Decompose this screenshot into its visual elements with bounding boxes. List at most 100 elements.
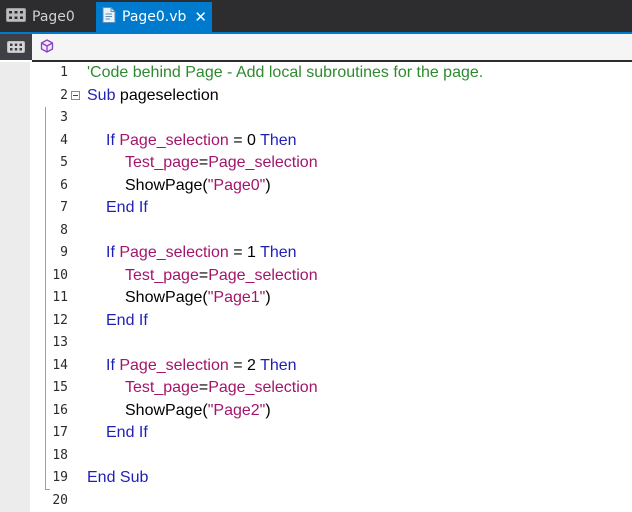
tab-label: Page0 [32, 9, 75, 25]
comment-text: 'Code behind Page - Add local subroutine… [87, 64, 484, 81]
line-number: 17 [52, 425, 68, 440]
code-line: 7 End If [30, 197, 632, 220]
code-text: ShowPage("Page0") [87, 175, 271, 198]
operator: = [198, 266, 209, 284]
collapse-toggle-icon[interactable] [71, 90, 80, 100]
paren: ) [265, 176, 271, 194]
operator: = 1 [228, 244, 261, 261]
editor-toolbar [0, 34, 632, 60]
function-call: ShowPage( [125, 289, 208, 306]
keyword: End If [106, 311, 148, 329]
code-line: 3 [30, 107, 632, 130]
code-editor[interactable]: 1 'Code behind Page - Add local subrouti… [0, 62, 632, 512]
code-line: 11 ShowPage("Page1") [30, 287, 632, 310]
line-number: 16 [52, 402, 68, 418]
tab-label: Page0.vb [122, 9, 187, 25]
keyword: If [106, 131, 115, 149]
code-line: 13 [30, 332, 632, 355]
code-line: 15 Test_page=Page_selection [30, 377, 632, 400]
operator: = 0 [228, 131, 261, 149]
code-line: 16 ShowPage("Page2") [30, 400, 632, 423]
keyword: End If [106, 424, 148, 441]
keyword: Then [260, 356, 297, 374]
code-text: End Sub [87, 467, 148, 490]
line-number: 20 [52, 492, 68, 508]
keyword: Then [260, 131, 297, 149]
line-number: 2 [60, 87, 68, 103]
object-button[interactable] [38, 38, 56, 56]
tab-strip: Page0 Page0.vb ✕ [0, 0, 632, 32]
designer-view-button[interactable] [0, 34, 32, 60]
identifier: Test_page [125, 379, 199, 396]
keyword: If [106, 244, 115, 261]
identifier: Page_selection [119, 131, 229, 149]
code-text: Test_page=Page_selection [87, 152, 318, 175]
identifier: Page_selection [208, 379, 318, 396]
code-text: End If [87, 422, 148, 445]
line-number: 10 [52, 267, 68, 283]
line-number: 3 [60, 110, 68, 125]
keyword: Sub [87, 86, 116, 104]
identifier: Page_selection [208, 154, 318, 171]
line-number: 1 [60, 65, 68, 80]
line-number: 7 [60, 200, 68, 215]
code-line: 6 ShowPage("Page0") [30, 175, 632, 198]
function-call: ShowPage( [125, 176, 208, 194]
line-number: 14 [52, 357, 68, 373]
string-literal: "Page2" [207, 401, 266, 419]
line-number: 5 [60, 155, 68, 170]
keyword: If [106, 356, 115, 374]
string-literal: "Page1" [207, 289, 266, 306]
grid-icon [6, 8, 26, 26]
code-line: 17 End If [30, 422, 632, 445]
paren: ) [265, 401, 271, 419]
code-line: 10 Test_page=Page_selection [30, 265, 632, 288]
code-text: Sub pageselection [87, 85, 219, 108]
code-text: If Page_selection = 2 Then [87, 355, 297, 378]
tab-page0[interactable]: Page0 [0, 2, 96, 32]
line-number: 11 [52, 290, 68, 305]
code-line: 9 If Page_selection = 1 Then [30, 242, 632, 265]
close-icon[interactable]: ✕ [194, 9, 207, 25]
code-file-icon [102, 7, 116, 27]
code-line: 12 End If [30, 310, 632, 333]
code-text: ShowPage("Page2") [87, 400, 271, 423]
code-line: 8 [30, 220, 632, 243]
code-text: End If [87, 310, 148, 333]
line-number: 4 [60, 132, 68, 148]
operator: = [198, 379, 209, 396]
line-number: 6 [60, 177, 68, 193]
code-text: Test_page=Page_selection [87, 265, 318, 288]
line-number: 18 [52, 447, 68, 463]
code-line: 14 If Page_selection = 2 Then [30, 355, 632, 378]
code-text: If Page_selection = 1 Then [87, 242, 297, 265]
code-text: End If [87, 197, 148, 220]
function-call: ShowPage( [125, 401, 208, 419]
line-number: 8 [60, 222, 68, 238]
keyword: End If [106, 199, 148, 216]
code-line: 20 [30, 490, 632, 512]
grid-icon [7, 38, 25, 57]
code-text: Test_page=Page_selection [87, 377, 318, 400]
cube-icon [40, 38, 54, 57]
string-literal: "Page0" [207, 176, 266, 194]
tab-page0-vb[interactable]: Page0.vb ✕ [96, 2, 212, 32]
code-text: ShowPage("Page1") [87, 287, 271, 310]
identifier: Test_page [125, 154, 199, 171]
code-text: If Page_selection = 0 Then [87, 130, 297, 153]
editor-margin [0, 62, 30, 512]
code-line: 19 End Sub [30, 467, 632, 490]
code-line: 4 If Page_selection = 0 Then [30, 130, 632, 153]
operator: = [198, 154, 209, 171]
operator: = 2 [228, 356, 261, 374]
line-number: 9 [60, 245, 68, 260]
identifier: Page_selection [119, 356, 229, 374]
line-number: 15 [52, 380, 68, 395]
identifier: Test_page [125, 266, 199, 284]
code-line: 2 Sub pageselection [30, 85, 632, 108]
keyword: Then [260, 244, 297, 261]
keyword: End Sub [87, 469, 149, 486]
line-number: 12 [52, 312, 68, 328]
code-line: 1 'Code behind Page - Add local subrouti… [30, 62, 632, 85]
line-number: 19 [52, 470, 68, 485]
